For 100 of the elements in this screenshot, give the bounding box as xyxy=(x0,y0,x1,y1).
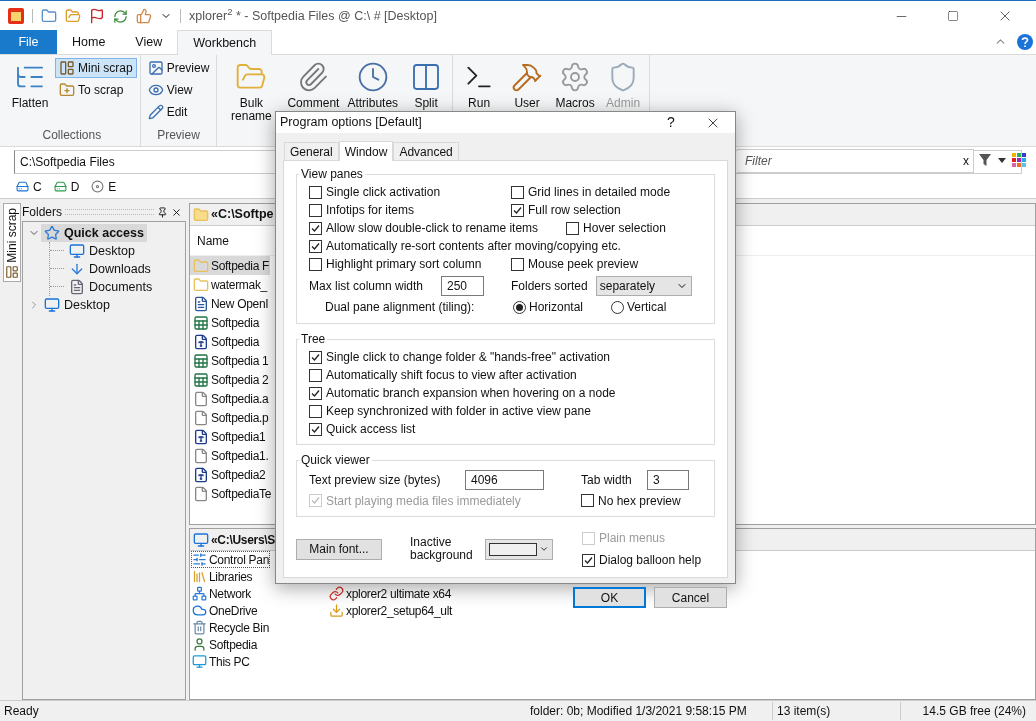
pane-path[interactable]: «C:\Softpe xyxy=(211,205,274,224)
maximize-icon[interactable] xyxy=(947,10,959,22)
color-grid-icon[interactable] xyxy=(1012,153,1026,167)
caret-icon[interactable] xyxy=(998,157,1006,163)
close-icon[interactable] xyxy=(171,206,182,218)
drive-button[interactable]: E xyxy=(91,177,117,196)
download-icon xyxy=(329,603,344,618)
tree-item[interactable]: Documents xyxy=(66,278,156,296)
checkbox[interactable] xyxy=(309,221,322,235)
file-item[interactable]: Softpedia1. xyxy=(190,446,270,465)
dialog-button[interactable]: Cancel xyxy=(654,587,727,608)
dialog-tab[interactable]: General xyxy=(284,142,339,160)
pane-path[interactable]: «C:\Users\S xyxy=(211,530,276,549)
dialog-tab[interactable]: Window xyxy=(338,141,394,161)
flag-icon[interactable] xyxy=(89,8,105,24)
checkbox[interactable] xyxy=(309,185,322,199)
color-picker[interactable] xyxy=(485,538,553,560)
file-item[interactable]: Softpedia 1 xyxy=(190,351,270,370)
option-label: Dialog balloon help xyxy=(599,552,702,569)
thumbs-up-icon[interactable] xyxy=(136,8,152,24)
ribbon-button[interactable]: Run xyxy=(456,58,503,146)
filter-field[interactable]: Filter x xyxy=(737,149,974,173)
filter-icon[interactable] xyxy=(978,153,992,167)
checkbox[interactable] xyxy=(309,404,322,418)
ribbon-button[interactable]: View xyxy=(143,80,214,100)
ribbon-button[interactable]: Flatten xyxy=(7,58,53,126)
side-tab[interactable]: Mini scrap xyxy=(3,203,21,282)
ribbon-button[interactable]: Edit xyxy=(143,102,214,122)
ribbon-tab[interactable]: File xyxy=(0,30,57,54)
file-item[interactable]: Softpedia.p xyxy=(190,408,270,427)
file-item[interactable]: Control Pan xyxy=(191,551,271,568)
file-item[interactable]: Softpedia2 xyxy=(190,465,267,484)
file-icon xyxy=(193,447,209,464)
file-item[interactable]: Softpedia F xyxy=(190,256,271,275)
dialog-tab[interactable]: Advanced xyxy=(393,142,459,160)
file-item[interactable]: SoftpediaTe xyxy=(190,484,273,503)
file-item[interactable]: Softpedia xyxy=(191,636,258,653)
checkbox[interactable] xyxy=(511,203,524,217)
document-icon xyxy=(69,279,85,295)
number-field[interactable]: 3 xyxy=(647,470,689,490)
checkbox[interactable] xyxy=(582,553,595,567)
checkbox[interactable] xyxy=(309,422,322,436)
drive-button[interactable]: D xyxy=(53,177,80,196)
main-font-button[interactable]: Main font... xyxy=(296,538,382,560)
user-icon xyxy=(192,637,207,652)
ribbon-button[interactable]: Macros xyxy=(552,58,599,146)
file-item[interactable]: Softpedia xyxy=(190,332,260,351)
option-label: Allow slow double-click to rename items xyxy=(326,220,539,237)
tree-item[interactable]: Quick access xyxy=(41,224,147,242)
checkbox[interactable] xyxy=(511,257,524,271)
file-item[interactable]: watermak_ xyxy=(190,275,268,294)
file-item[interactable]: New OpenI xyxy=(190,294,270,313)
file-item[interactable]: Softpedia.a xyxy=(190,389,270,408)
help-button[interactable]: ? xyxy=(651,112,691,133)
spreadsheet-icon xyxy=(193,352,209,369)
radio-button[interactable] xyxy=(611,300,624,314)
ribbon-button[interactable]: To scrap xyxy=(55,80,137,100)
folder-icon xyxy=(193,206,209,223)
sort-dropdown[interactable]: separately xyxy=(595,275,692,296)
ribbon-button[interactable]: Mini scrap xyxy=(55,58,137,78)
drive-button[interactable]: C xyxy=(16,177,42,196)
file-item[interactable]: xplorer2 ultimate x64 xyxy=(328,585,453,602)
file-item[interactable]: xplorer2_setup64_ult xyxy=(328,602,454,619)
file-item[interactable]: Softpedia xyxy=(190,313,260,332)
checkbox[interactable] xyxy=(309,350,322,364)
file-item[interactable]: Network xyxy=(191,585,252,602)
ribbon-tab[interactable]: View xyxy=(120,30,178,54)
checkbox[interactable] xyxy=(309,257,322,271)
tree-item[interactable]: Desktop xyxy=(41,296,113,314)
file-item[interactable]: Softpedia1 xyxy=(190,427,267,446)
tree-item[interactable]: Downloads xyxy=(66,260,154,278)
option-label: Quick access list xyxy=(326,421,416,438)
number-field[interactable]: 4096 xyxy=(465,470,544,490)
file-item[interactable]: Softpedia 2 xyxy=(190,370,270,389)
tree-item[interactable]: Desktop xyxy=(66,242,138,260)
clear-filter-button[interactable]: x xyxy=(963,152,969,170)
checkbox[interactable] xyxy=(511,185,524,199)
checkbox[interactable] xyxy=(309,203,322,217)
ribbon-tab[interactable]: Home xyxy=(57,30,121,54)
checkbox[interactable] xyxy=(309,386,322,400)
checkbox[interactable] xyxy=(566,221,580,235)
folder-icon[interactable] xyxy=(41,8,57,24)
refresh-icon[interactable] xyxy=(113,8,128,24)
checkbox[interactable] xyxy=(309,239,322,253)
radio-button[interactable] xyxy=(513,300,526,314)
file-icon xyxy=(193,409,209,426)
file-item[interactable]: OneDrive xyxy=(191,602,259,619)
dialog-button[interactable]: OK xyxy=(573,587,646,608)
file-item[interactable]: This PC xyxy=(191,653,251,670)
checkbox[interactable] xyxy=(309,368,322,382)
file-item[interactable]: Recycle Bin xyxy=(191,619,271,636)
help-icon[interactable] xyxy=(1017,34,1033,50)
ribbon-tab[interactable]: Workbench xyxy=(177,30,273,55)
number-field[interactable]: 250 xyxy=(441,275,484,296)
ribbon-button[interactable]: User xyxy=(504,58,551,146)
ribbon-button[interactable]: Preview xyxy=(143,58,214,78)
checkbox[interactable] xyxy=(581,494,594,507)
pin-icon[interactable] xyxy=(157,206,168,218)
file-item[interactable]: Libraries xyxy=(191,568,254,585)
column-header[interactable]: Name xyxy=(197,231,229,250)
